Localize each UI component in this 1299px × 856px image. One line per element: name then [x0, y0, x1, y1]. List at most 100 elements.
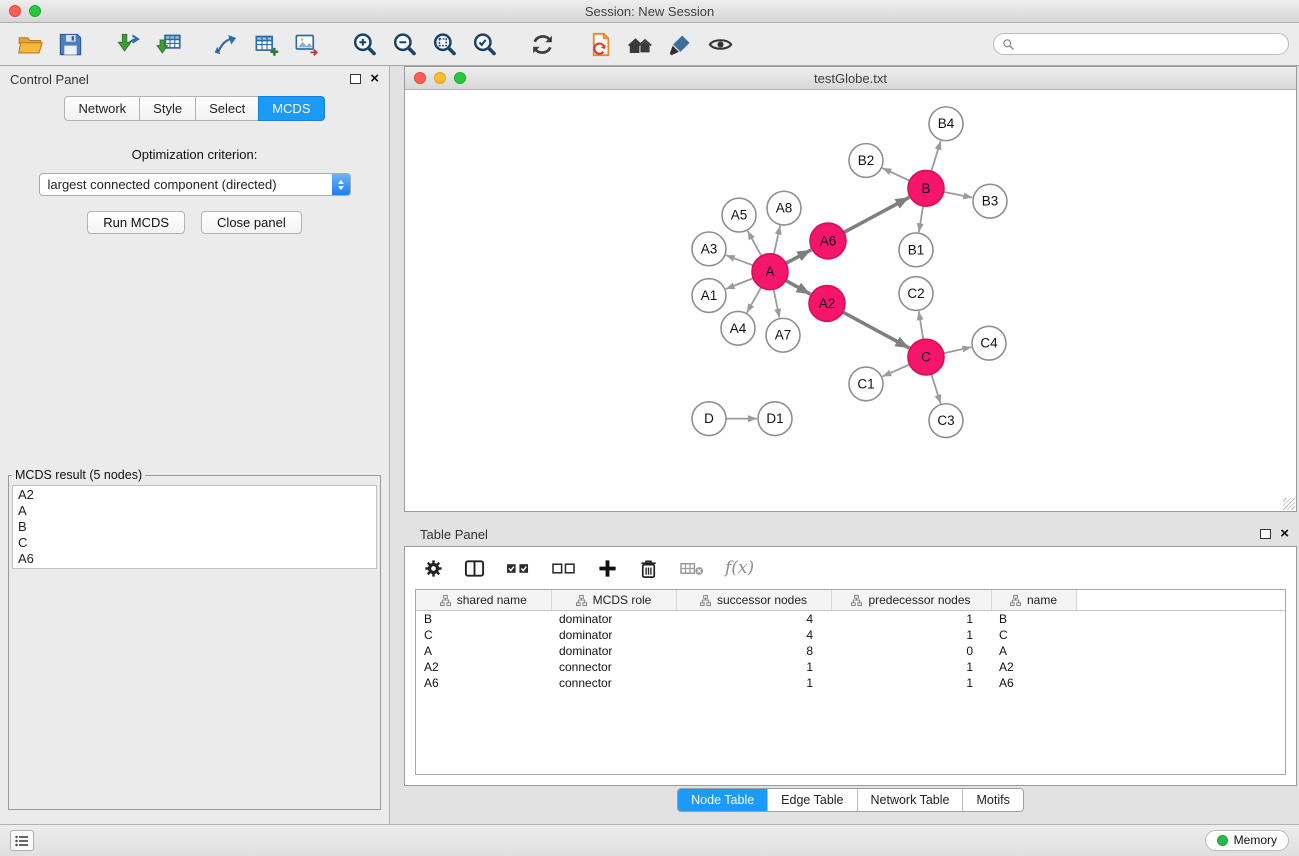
- tab-select[interactable]: Select: [195, 96, 259, 121]
- float-table-panel-button[interactable]: [1260, 529, 1271, 539]
- table-cell[interactable]: dominator: [551, 627, 676, 643]
- graph-node-A2[interactable]: A2: [809, 286, 845, 322]
- graph-edge-A6-B[interactable]: [844, 197, 909, 232]
- open-session-button[interactable]: [10, 26, 50, 62]
- network-window-titlebar[interactable]: testGlobe.txt: [405, 67, 1296, 90]
- table-tab-edge-table[interactable]: Edge Table: [768, 789, 857, 811]
- deselect-all-button[interactable]: [551, 558, 577, 579]
- table-row[interactable]: A6connector11A6: [416, 675, 1285, 691]
- table-cell[interactable]: A2: [991, 659, 1076, 675]
- table-row[interactable]: Bdominator41B: [416, 611, 1285, 628]
- float-panel-button[interactable]: [350, 74, 361, 84]
- graph-edge-A2-C[interactable]: [843, 312, 910, 348]
- table-cell[interactable]: A2: [416, 659, 551, 675]
- table-cell[interactable]: 8: [676, 643, 831, 659]
- table-cell[interactable]: 1: [676, 675, 831, 691]
- close-panel-button-secondary[interactable]: Close panel: [201, 211, 302, 234]
- close-table-panel-button[interactable]: ×: [1280, 528, 1289, 540]
- table-cell[interactable]: 1: [831, 675, 991, 691]
- graph-edge-A-A2[interactable]: [786, 280, 811, 294]
- graph-edge-B-B2[interactable]: [882, 168, 909, 181]
- graph-node-C[interactable]: C: [908, 339, 944, 375]
- graph-node-A1[interactable]: A1: [692, 279, 726, 313]
- export-image-button[interactable]: [286, 26, 326, 62]
- import-network-button[interactable]: [108, 26, 148, 62]
- graph-edge-A-A5[interactable]: [748, 231, 762, 256]
- search-input[interactable]: [1020, 36, 1280, 52]
- graph-node-B[interactable]: B: [908, 170, 944, 206]
- table-tab-motifs[interactable]: Motifs: [963, 789, 1022, 811]
- tab-network[interactable]: Network: [64, 96, 140, 121]
- graph-node-A8[interactable]: A8: [767, 191, 801, 225]
- graph-node-A7[interactable]: A7: [766, 318, 800, 352]
- graph-node-A6[interactable]: A6: [810, 223, 846, 259]
- graph-node-B3[interactable]: B3: [973, 184, 1007, 218]
- import-table-button[interactable]: [148, 26, 188, 62]
- table-cell[interactable]: C: [416, 627, 551, 643]
- graph-edge-B-B4[interactable]: [931, 141, 940, 171]
- style-brush-button[interactable]: [660, 26, 700, 62]
- table-cell[interactable]: dominator: [551, 611, 676, 628]
- search-box[interactable]: [993, 33, 1289, 55]
- table-tab-node-table[interactable]: Node Table: [678, 789, 768, 811]
- save-session-button[interactable]: [50, 26, 90, 62]
- table-cell[interactable]: dominator: [551, 643, 676, 659]
- graph-node-C4[interactable]: C4: [972, 326, 1006, 360]
- close-panel-button[interactable]: ×: [370, 73, 379, 85]
- graph-edge-A-A1[interactable]: [726, 278, 753, 289]
- graph-node-D1[interactable]: D1: [758, 402, 792, 436]
- graph-edge-A-A3[interactable]: [726, 255, 753, 265]
- column-header-successor-nodes[interactable]: successor nodes: [676, 590, 831, 611]
- table-cell[interactable]: C: [991, 627, 1076, 643]
- graph-edge-A-A8[interactable]: [774, 226, 780, 255]
- remove-table-button[interactable]: [679, 558, 705, 579]
- table-cell[interactable]: 4: [676, 627, 831, 643]
- table-row[interactable]: Adominator80A: [416, 643, 1285, 659]
- graph-edge-C-C2[interactable]: [919, 311, 923, 339]
- new-table-button[interactable]: [246, 26, 286, 62]
- mcds-result-item[interactable]: A: [18, 503, 371, 519]
- table-cell[interactable]: 1: [831, 627, 991, 643]
- column-header-name[interactable]: name: [991, 590, 1076, 611]
- column-header-MCDS-role[interactable]: MCDS role: [551, 590, 676, 611]
- zoom-in-button[interactable]: [344, 26, 384, 62]
- graph-edge-B-B1[interactable]: [919, 206, 923, 232]
- table-cell[interactable]: 0: [831, 643, 991, 659]
- graph-node-B2[interactable]: B2: [849, 144, 883, 178]
- mcds-result-item[interactable]: B: [18, 519, 371, 535]
- table-cell[interactable]: connector: [551, 675, 676, 691]
- column-header-predecessor-nodes[interactable]: predecessor nodes: [831, 590, 991, 611]
- graph-node-A[interactable]: A: [752, 254, 788, 290]
- optimization-criterion-select[interactable]: largest connected component (directed): [39, 173, 351, 196]
- table-cell[interactable]: A6: [416, 675, 551, 691]
- graph-node-D[interactable]: D: [692, 402, 726, 436]
- mcds-result-item[interactable]: A2: [18, 487, 371, 503]
- graph-node-A4[interactable]: A4: [721, 311, 755, 345]
- table-row[interactable]: A2connector11A2: [416, 659, 1285, 675]
- graph-node-B4[interactable]: B4: [929, 107, 963, 141]
- open-document-button[interactable]: [580, 26, 620, 62]
- table-cell[interactable]: 4: [676, 611, 831, 628]
- mcds-result-item[interactable]: A6: [18, 551, 371, 567]
- tab-style[interactable]: Style: [139, 96, 196, 121]
- graph-node-A3[interactable]: A3: [692, 232, 726, 266]
- show-column-button[interactable]: [464, 558, 485, 579]
- table-cell[interactable]: 1: [676, 659, 831, 675]
- new-network-button[interactable]: [206, 26, 246, 62]
- column-header-shared-name[interactable]: shared name: [416, 590, 551, 611]
- select-all-button[interactable]: [505, 558, 531, 579]
- task-history-button[interactable]: [10, 830, 34, 851]
- mcds-result-item[interactable]: C: [18, 535, 371, 551]
- table-cell[interactable]: B: [416, 611, 551, 628]
- graph-node-C1[interactable]: C1: [849, 367, 883, 401]
- create-column-button[interactable]: [597, 558, 618, 579]
- network-canvas[interactable]: B4B2BB3A5A8A6A3B1AC2A1A2A4A7C4CC1C3DD1: [405, 90, 1296, 511]
- resize-handle[interactable]: [1283, 498, 1295, 510]
- graph-edge-B-B3[interactable]: [944, 192, 973, 198]
- delete-column-button[interactable]: [638, 558, 659, 579]
- tab-mcds[interactable]: MCDS: [258, 96, 324, 121]
- graph-node-B1[interactable]: B1: [899, 233, 933, 267]
- graph-node-C2[interactable]: C2: [899, 277, 933, 311]
- table-settings-button[interactable]: [423, 558, 444, 579]
- graph-edge-A-A4[interactable]: [747, 287, 761, 312]
